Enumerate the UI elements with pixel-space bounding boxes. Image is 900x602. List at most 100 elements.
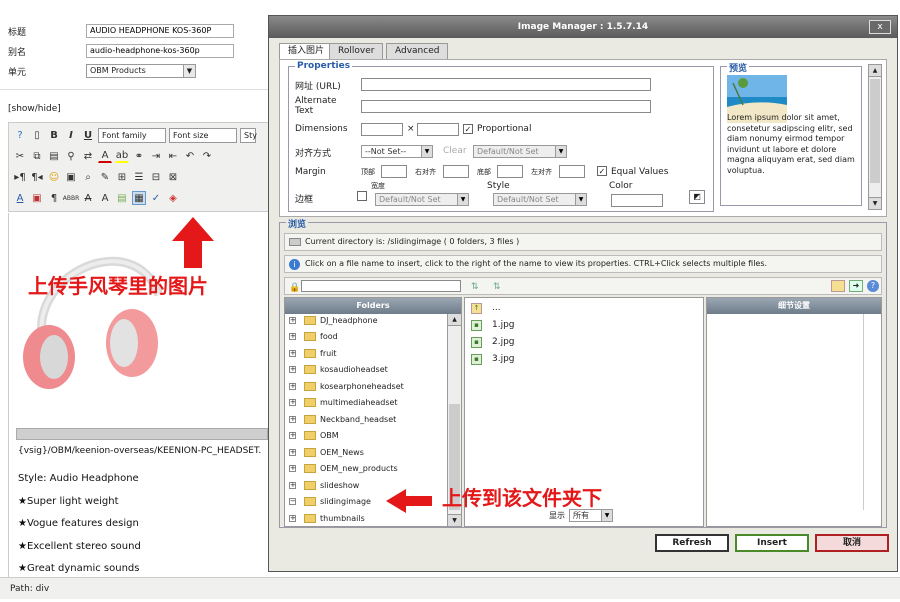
folder-item[interactable]: + slideshow <box>289 477 359 493</box>
indent-icon[interactable]: ⇥ <box>149 149 163 163</box>
margin-left-input[interactable] <box>559 165 585 178</box>
scroll-down-icon[interactable]: ▼ <box>448 514 461 526</box>
image-icon[interactable]: ▣ <box>64 170 78 184</box>
expand-icon[interactable]: + <box>289 365 296 373</box>
border-style-select[interactable]: Default/Not Set ▼ <box>493 193 587 206</box>
tab-insert-image[interactable]: 插入图片 <box>279 43 334 59</box>
cut-icon[interactable]: ✂ <box>13 149 27 163</box>
filter-input[interactable] <box>301 280 461 292</box>
expand-icon[interactable]: + <box>289 349 296 357</box>
strike-icon[interactable]: A <box>81 191 95 205</box>
expand-icon[interactable]: + <box>289 514 296 522</box>
cancel-button[interactable]: 取消 <box>815 534 889 552</box>
source-icon[interactable]: ◈ <box>166 191 180 205</box>
image-manager-icon[interactable]: ▦ <box>132 191 146 205</box>
ltr-icon[interactable]: ▸¶ <box>13 170 27 184</box>
sort-desc-icon[interactable]: ⇅ <box>493 279 501 295</box>
folder-item[interactable]: + OBM <box>289 427 339 443</box>
folder-item[interactable]: + multimediaheadset <box>289 394 398 410</box>
font-icon[interactable]: A <box>98 191 112 205</box>
folder-item[interactable]: + kosaudioheadset <box>289 361 388 377</box>
table-row-icon[interactable]: ☰ <box>132 170 146 184</box>
table-icon[interactable]: ⊞ <box>115 170 129 184</box>
tab-advanced[interactable]: Advanced <box>386 43 449 59</box>
expand-icon[interactable]: + <box>289 316 296 324</box>
parent-folder-item[interactable]: ↑... <box>471 300 501 316</box>
edit-icon[interactable]: ✎ <box>98 170 112 184</box>
highlight-icon[interactable]: ab <box>115 149 129 163</box>
replace-icon[interactable]: ⇄ <box>81 149 95 163</box>
folder-item[interactable]: + DJ_headphone <box>289 312 378 328</box>
upload-icon[interactable]: ➜ <box>849 280 863 292</box>
tab-rollover[interactable]: Rollover <box>329 43 384 59</box>
underline-icon[interactable]: U <box>81 128 95 142</box>
font-size-select[interactable]: Font size <box>169 127 237 143</box>
undo-icon[interactable]: ↶ <box>183 149 197 163</box>
font-family-select[interactable]: Font family <box>98 127 166 143</box>
new-document-icon[interactable]: ▯ <box>30 128 44 142</box>
media-icon[interactable]: ▣ <box>30 191 44 205</box>
scroll-down-icon[interactable]: ▼ <box>869 197 881 209</box>
paste-icon[interactable]: ▤ <box>47 149 61 163</box>
link-icon[interactable]: ⚭ <box>132 149 146 163</box>
margin-bottom-input[interactable] <box>497 165 523 178</box>
expand-icon[interactable]: + <box>289 415 296 423</box>
style-select[interactable]: Sty <box>240 127 257 143</box>
preview-icon[interactable]: ⌕ <box>81 170 95 184</box>
expand-icon[interactable]: + <box>289 431 296 439</box>
spellcheck-icon[interactable]: ✓ <box>149 191 163 205</box>
folder-item[interactable]: + OEM_new_products <box>289 460 398 476</box>
dialog-title-bar[interactable]: Image Manager : 1.5.7.14 <box>269 16 897 38</box>
scroll-thumb[interactable] <box>870 79 880 183</box>
rtl-icon[interactable]: ¶◂ <box>30 170 44 184</box>
find-icon[interactable]: ⚲ <box>64 149 78 163</box>
help-icon[interactable]: ? <box>13 128 27 142</box>
merge-icon[interactable]: ⊠ <box>166 170 180 184</box>
expand-icon[interactable]: + <box>289 448 296 456</box>
height-input[interactable] <box>417 123 459 136</box>
margin-top-input[interactable] <box>381 165 407 178</box>
paragraph-icon[interactable]: ¶ <box>47 191 61 205</box>
insert-image-icon[interactable]: ▤ <box>115 191 129 205</box>
url-input[interactable] <box>361 78 651 91</box>
file-item[interactable]: ▪ 1.jpg <box>471 317 515 333</box>
margin-right-input[interactable] <box>443 165 469 178</box>
redo-icon[interactable]: ↷ <box>200 149 214 163</box>
border-color-input[interactable] <box>611 194 663 207</box>
folder-item[interactable]: + kosearphoneheadset <box>289 378 404 394</box>
preview-scrollbar[interactable]: ▲ ▼ <box>868 64 882 210</box>
collapse-icon[interactable]: − <box>289 497 296 505</box>
border-width-select[interactable]: Default/Not Set ▼ <box>375 193 469 206</box>
folder-item[interactable]: + Neckband_headset <box>289 411 396 427</box>
outdent-icon[interactable]: ⇤ <box>166 149 180 163</box>
border-checkbox[interactable] <box>357 191 367 201</box>
width-input[interactable] <box>361 123 403 136</box>
expand-icon[interactable]: + <box>289 382 296 390</box>
abbr-icon[interactable]: ABBR <box>63 191 80 205</box>
alt-input[interactable] <box>361 100 651 113</box>
title-input[interactable]: AUDIO HEADPHONE KOS-360P <box>86 24 234 38</box>
expand-icon[interactable]: + <box>289 464 296 472</box>
text-color-icon[interactable]: A <box>98 149 112 163</box>
table-col-icon[interactable]: ⊟ <box>149 170 163 184</box>
emoticon-icon[interactable]: ☺ <box>47 170 61 184</box>
scroll-up-icon[interactable]: ▲ <box>869 65 881 77</box>
refresh-button[interactable]: Refresh <box>655 534 729 552</box>
folder-item[interactable]: + food <box>289 328 338 344</box>
expand-icon[interactable]: + <box>289 398 296 406</box>
scroll-up-icon[interactable]: ▲ <box>448 314 461 326</box>
insert-button[interactable]: Insert <box>735 534 809 552</box>
help-icon[interactable]: ? <box>867 280 879 292</box>
unit-select[interactable]: OBM Products ▼ <box>86 64 196 78</box>
folder-item[interactable]: + thumbnails <box>289 510 365 526</box>
show-hide-toggle[interactable]: [show/hide] <box>8 104 61 114</box>
style-icon[interactable]: A <box>13 191 27 205</box>
copy-icon[interactable]: ⧉ <box>30 149 44 163</box>
new-folder-icon[interactable] <box>831 280 845 292</box>
align-select[interactable]: --Not Set-- ▼ <box>361 145 433 158</box>
bold-icon[interactable]: B <box>47 128 61 142</box>
clear-select[interactable]: Default/Not Set ▼ <box>473 145 567 158</box>
file-item[interactable]: ▪ 2.jpg <box>471 334 515 350</box>
equal-values-checkbox[interactable]: ✓ <box>597 166 607 176</box>
folder-item[interactable]: + fruit <box>289 345 337 361</box>
